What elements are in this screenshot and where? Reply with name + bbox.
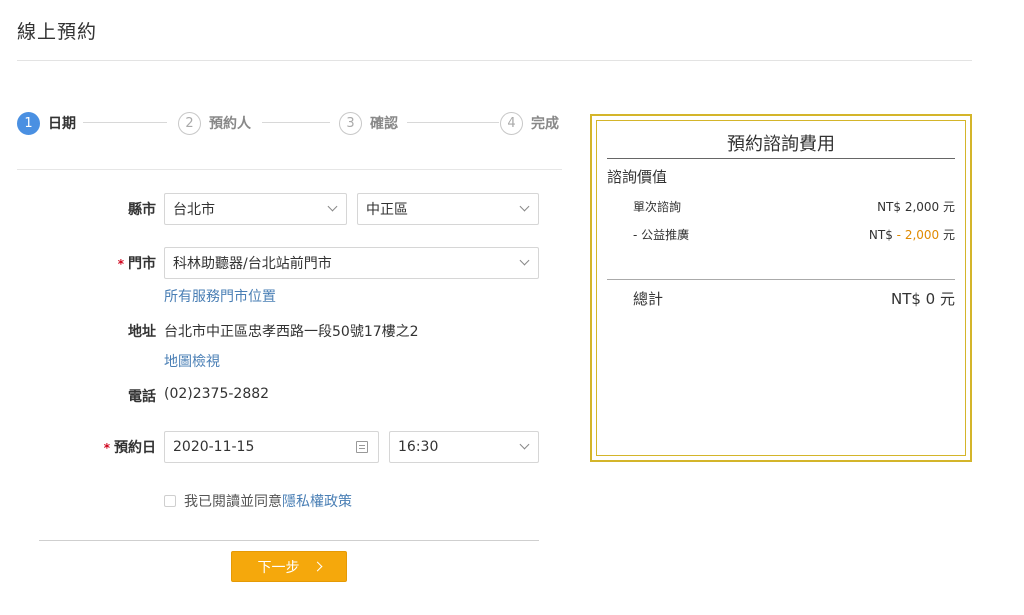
time-select-value: 16:30: [398, 439, 439, 455]
fee-panel-inner: 預約諮詢費用 諮詢價值 單次諮詢 NT$ 2,000 元 - 公益推廣 NT$ …: [596, 120, 966, 456]
fee-section-title: 諮詢價值: [607, 168, 668, 186]
step-progress: 1 日期 2 預約人 3 確認 4 完成: [17, 110, 562, 136]
step-label: 完成: [531, 116, 559, 132]
store-label-text: 門市: [128, 256, 156, 272]
fee-currency: NT$: [868, 228, 897, 242]
fee-total-divider: [607, 279, 955, 280]
date-input-value: 2020-11-15: [173, 439, 255, 455]
agree-text: 我已閱讀並同意: [184, 494, 282, 510]
step-number: 4: [500, 111, 523, 135]
fee-row-single: 單次諮詢 NT$ 2,000 元: [633, 198, 955, 215]
fee-unit: 元: [939, 228, 955, 242]
next-button-label: 下一步: [257, 559, 300, 576]
fee-title: 預約諮詢費用: [727, 134, 835, 155]
step-connector: [83, 122, 167, 123]
next-step-button[interactable]: 下一步: [231, 551, 347, 582]
discount-amount: - 2,000: [896, 228, 940, 242]
required-mark: *: [103, 441, 110, 455]
fee-row-value: NT$ 2,000 元: [877, 200, 955, 214]
step-number: 2: [178, 111, 201, 135]
chevron-down-icon: [327, 201, 338, 212]
fee-row-label: 單次諮詢: [633, 200, 682, 214]
chevron-down-icon: [519, 255, 530, 266]
time-select[interactable]: 16:30: [389, 431, 539, 463]
fee-divider: [607, 158, 955, 159]
chevron-right-icon: [312, 561, 322, 572]
chevron-down-icon: [519, 439, 530, 450]
all-stores-link[interactable]: 所有服務門市位置: [164, 286, 276, 306]
privacy-agree-checkbox[interactable]: [164, 495, 176, 507]
date-label: * 預約日: [76, 437, 156, 457]
date-label-text: 預約日: [114, 440, 156, 456]
address-value: 台北市中正區忠孝西路一段50號17樓之2: [164, 324, 419, 340]
date-input[interactable]: 2020-11-15: [164, 431, 379, 463]
city-select-value: 台北市: [173, 202, 215, 218]
store-select[interactable]: 科林助聽器/台北站前門市: [164, 247, 539, 279]
fee-total-value: NT$ 0 元: [890, 290, 955, 308]
address-label: 地址: [128, 324, 156, 340]
step-connector: [407, 122, 499, 123]
step-complete: 4 完成: [500, 110, 559, 136]
privacy-policy-link[interactable]: 隱私權政策: [282, 494, 352, 510]
map-view-link[interactable]: 地圖檢視: [164, 351, 220, 371]
step-number: 3: [339, 111, 362, 135]
step-number: 1: [17, 111, 40, 135]
phone-label: 電話: [128, 389, 156, 405]
calendar-icon[interactable]: [356, 441, 368, 453]
chevron-down-icon: [519, 201, 530, 212]
county-label: 縣市: [76, 199, 156, 219]
step-confirm: 3 確認: [339, 110, 398, 136]
city-select[interactable]: 台北市: [164, 193, 347, 225]
fee-row-label: - 公益推廣: [633, 228, 690, 242]
step-date: 1 日期: [17, 110, 76, 136]
form-divider: [39, 540, 539, 541]
district-select[interactable]: 中正區: [357, 193, 539, 225]
district-select-value: 中正區: [366, 202, 408, 218]
county-label-text: 縣市: [128, 202, 156, 218]
stepper-divider: [17, 169, 562, 170]
step-label: 確認: [370, 116, 398, 132]
fee-total-row: 總計 NT$ 0 元: [633, 288, 955, 309]
fee-row-value: NT$ - 2,000 元: [869, 226, 955, 243]
fee-total-label: 總計: [633, 290, 664, 308]
step-reserver: 2 預約人: [178, 110, 251, 136]
step-connector: [262, 122, 330, 123]
required-mark: *: [117, 257, 124, 271]
fee-row-discount: - 公益推廣 NT$ - 2,000 元: [633, 226, 955, 243]
step-label: 預約人: [209, 116, 251, 132]
page-title: 線上預約: [17, 21, 98, 43]
store-label: * 門市: [76, 253, 156, 273]
step-label: 日期: [48, 116, 76, 132]
fee-panel: 預約諮詢費用 諮詢價值 單次諮詢 NT$ 2,000 元 - 公益推廣 NT$ …: [590, 114, 972, 462]
phone-value: (02)2375-2882: [164, 386, 270, 402]
store-select-value: 科林助聽器/台北站前門市: [173, 256, 332, 272]
title-divider: [17, 60, 972, 61]
privacy-agree-label: 我已閱讀並同意隱私權政策: [184, 491, 352, 511]
